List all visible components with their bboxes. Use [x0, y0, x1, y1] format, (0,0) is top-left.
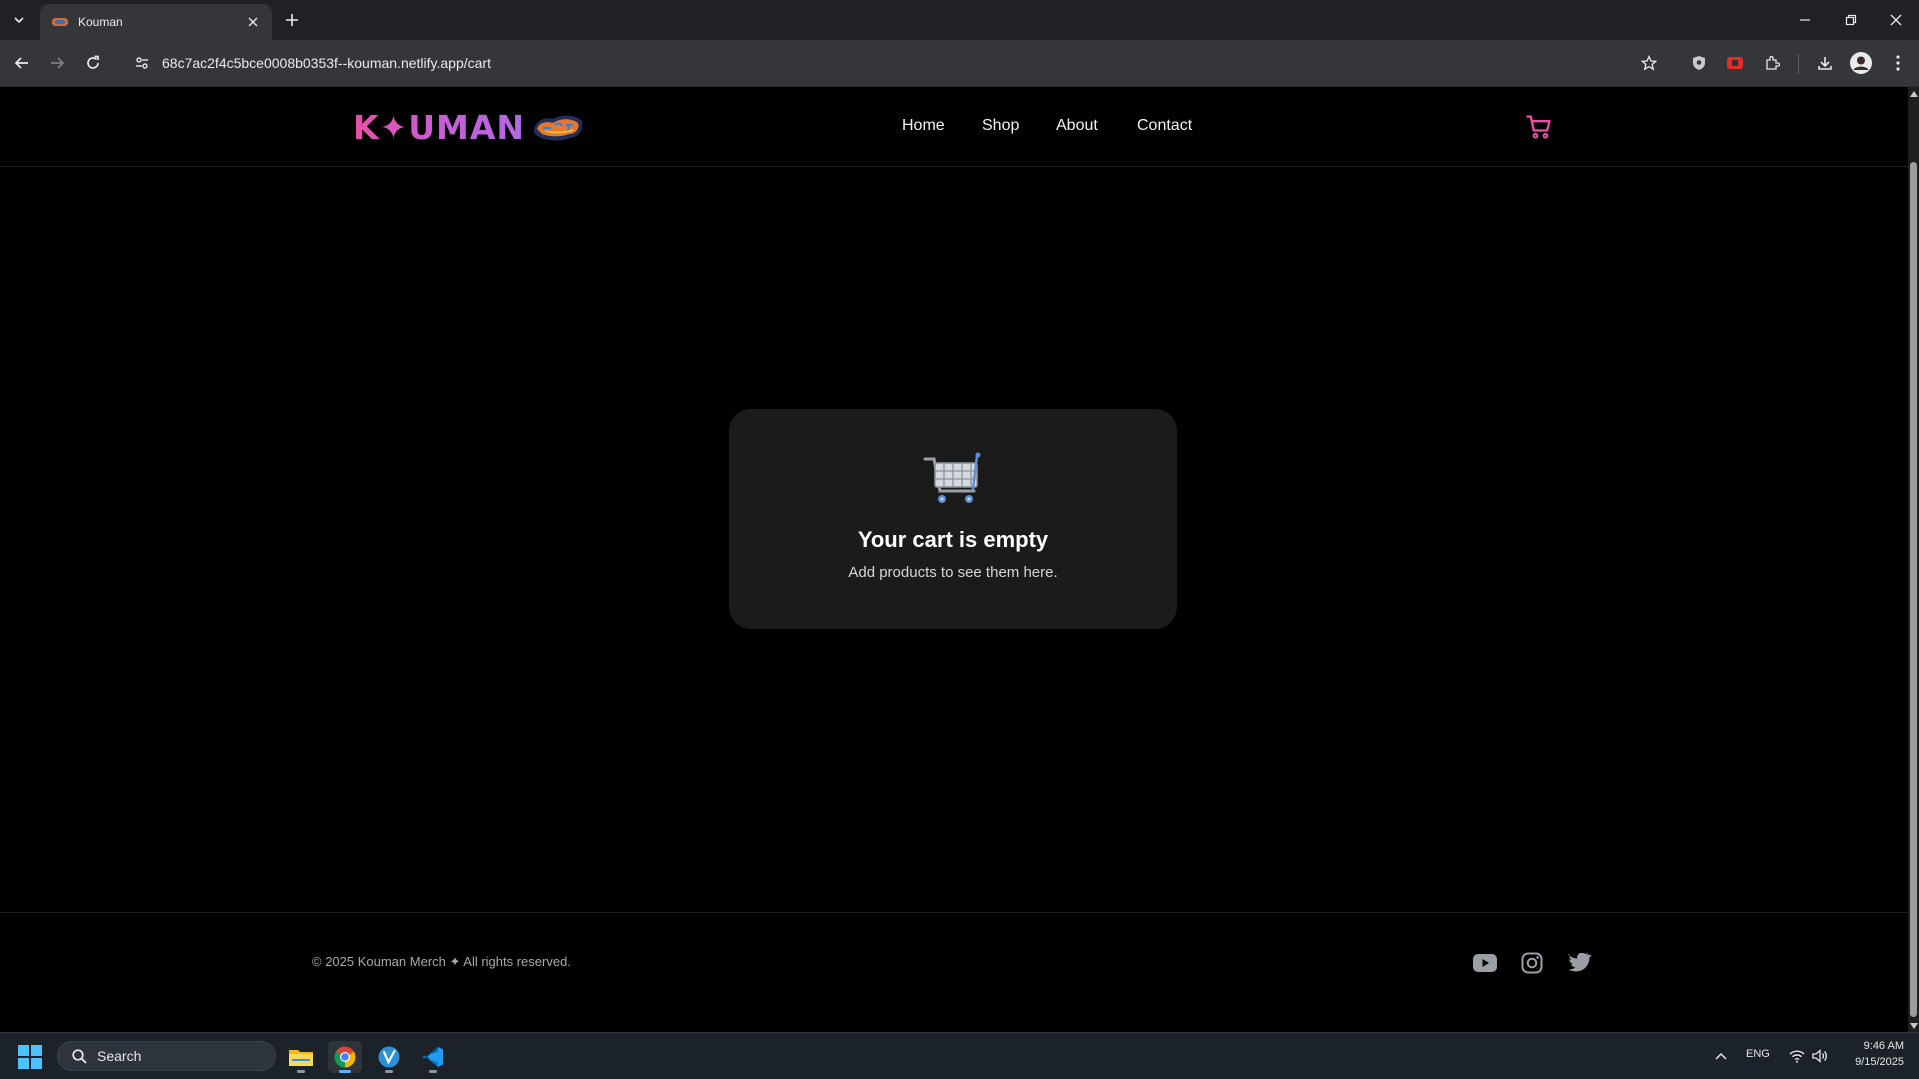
tab-title: Kouman [78, 15, 123, 29]
calendar-app-icon[interactable] [457, 1041, 491, 1073]
site-logo[interactable]: K✦UMAN [353, 107, 585, 147]
kouman-favicon-icon [52, 14, 68, 30]
empty-cart-title: Your cart is empty [857, 527, 1049, 552]
cart-button[interactable] [1522, 110, 1556, 144]
vscodium-icon[interactable] [372, 1041, 406, 1073]
empty-cart-subtitle: Add products to see them here. [848, 564, 1058, 581]
video-extension-icon[interactable] [1721, 49, 1749, 77]
reload-button[interactable] [79, 49, 107, 77]
minimize-button[interactable] [1782, 0, 1828, 40]
new-tab-button[interactable] [281, 9, 303, 31]
nav-about-link[interactable]: About [1056, 117, 1098, 135]
browser-tab-bar: Kouman [0, 0, 1919, 40]
instagram-icon[interactable] [1519, 950, 1545, 976]
logo-graffiti-icon [534, 115, 583, 141]
tab-close-icon[interactable] [244, 13, 262, 31]
windows-start-icon[interactable] [16, 1043, 44, 1071]
vscode-icon[interactable] [416, 1041, 450, 1073]
volume-icon[interactable] [1811, 1047, 1829, 1065]
copyright-text: © 2025 Kouman Merch ✦ All rights reserve… [312, 954, 571, 969]
forward-button[interactable] [43, 49, 71, 77]
page-viewport: K✦UMAN Home Shop About Contact Your cart… [0, 87, 1908, 1032]
search-icon [70, 1047, 88, 1065]
download-icon[interactable] [1811, 49, 1839, 77]
browser-menu-icon[interactable] [1884, 49, 1912, 77]
twitter-icon[interactable] [1567, 950, 1593, 976]
logo-text: K✦UMAN [353, 107, 526, 147]
toolbar-divider [1798, 54, 1799, 74]
site-footer: © 2025 Kouman Merch ✦ All rights reserve… [0, 912, 1908, 1032]
taskbar-search-box[interactable]: Search [57, 1041, 276, 1071]
site-header: K✦UMAN Home Shop About Contact [0, 87, 1908, 167]
clock-date: 9/15/2025 [1855, 1056, 1904, 1068]
scrollbar-thumb[interactable] [1910, 162, 1917, 1017]
restore-button[interactable] [1828, 0, 1874, 40]
nav-shop-link[interactable]: Shop [982, 117, 1019, 135]
input-language-indicator[interactable]: ENG [1746, 1048, 1770, 1060]
chrome-taskbar-icon[interactable] [328, 1041, 362, 1073]
file-explorer-icon[interactable] [284, 1041, 318, 1073]
profile-avatar-icon[interactable] [1847, 49, 1875, 77]
empty-cart-card: Your cart is empty Add products to see t… [729, 409, 1177, 629]
tray-overflow-chevron-icon[interactable] [1712, 1047, 1730, 1065]
system-clock[interactable]: 9:46 AM 9/15/2025 [1832, 1038, 1904, 1070]
close-window-button[interactable] [1873, 0, 1919, 40]
shopping-cart-illustration-icon [923, 452, 981, 503]
back-button[interactable] [8, 49, 36, 77]
page-scrollbar[interactable] [1908, 87, 1919, 1032]
clock-time: 9:46 AM [1863, 1040, 1904, 1052]
extensions-icon[interactable] [1758, 49, 1786, 77]
windows-taskbar: Search ENG 9:46 AM 9/15/2025 [0, 1032, 1919, 1079]
search-label: Search [97, 1048, 142, 1064]
address-bar[interactable]: 68c7ac2f4c5bce0008b0353f--kouman.netlify… [122, 46, 1662, 80]
site-info-icon[interactable] [128, 49, 156, 77]
scroll-up-arrow-icon[interactable] [1909, 89, 1918, 98]
bookmark-star-icon[interactable] [1635, 49, 1663, 77]
screen: Kouman 68c7ac2f4c5bce0008b0353f--kouman.… [0, 0, 1919, 1079]
wifi-icon[interactable] [1788, 1047, 1806, 1065]
nav-home-link[interactable]: Home [902, 117, 945, 135]
nav-contact-link[interactable]: Contact [1137, 117, 1192, 135]
cart-icon [1526, 115, 1551, 139]
scroll-down-arrow-icon[interactable] [1909, 1021, 1918, 1030]
browser-toolbar: 68c7ac2f4c5bce0008b0353f--kouman.netlify… [0, 40, 1919, 87]
browser-tab[interactable]: Kouman [40, 4, 272, 40]
shield-extension-icon[interactable] [1685, 49, 1713, 77]
tab-search-button[interactable] [5, 7, 33, 33]
youtube-icon[interactable] [1472, 950, 1498, 976]
url-text: 68c7ac2f4c5bce0008b0353f--kouman.netlify… [162, 55, 491, 71]
